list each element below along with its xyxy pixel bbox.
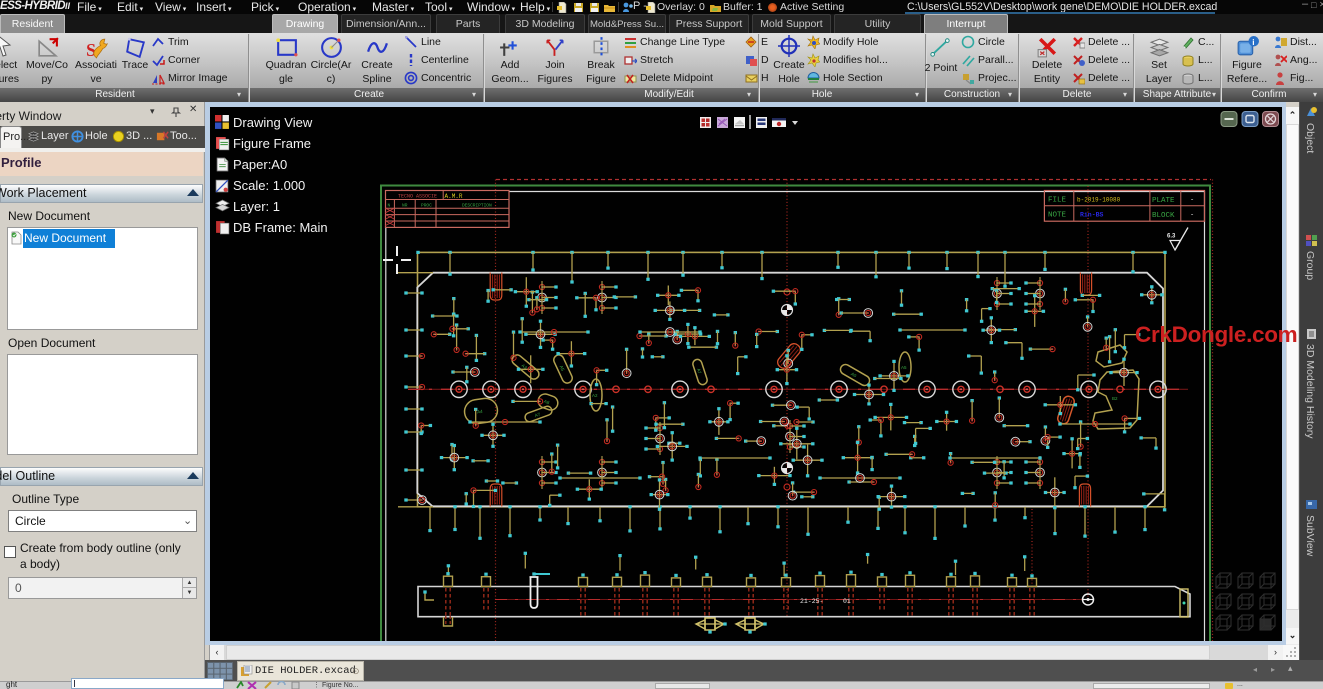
svg-text:A2: A2 [592,393,598,398]
svg-text:-: - [1190,212,1194,220]
svg-text:Figure Frame: Figure Frame [233,136,311,151]
svg-text:DB Frame: Main: DB Frame: Main [233,220,328,235]
svg-text:N: N [388,202,391,208]
svg-text:NOTE: NOTE [1048,212,1067,220]
svg-text:S: S [86,40,96,60]
svg-text:PROC: PROC [421,202,432,208]
svg-text:Scale: 1.000: Scale: 1.000 [233,178,305,193]
svg-text:6.3: 6.3 [1167,234,1176,240]
svg-text:NR: NR [402,202,408,208]
svg-text:BLOCK: BLOCK [1152,212,1175,220]
svg-text:21-25-: 21-25- [800,598,823,605]
svg-text:TECNO ASSOCIE: TECNO ASSOCIE [398,194,437,200]
svg-text:Paper:A0: Paper:A0 [233,157,287,172]
svg-text:B2: B2 [1112,396,1118,401]
svg-text:Rin-BS: Rin-BS [1080,212,1104,219]
svg-text:PLATE: PLATE [1152,197,1175,205]
svg-text:b-2019-10080: b-2019-10080 [1077,197,1121,204]
svg-text:DESCRIPTION: DESCRIPTION [462,202,492,208]
svg-text:i: i [1252,37,1254,47]
svg-text:-: - [1190,197,1194,205]
svg-text:A.M.R: A.M.R [445,193,463,200]
svg-text:Drawing View: Drawing View [233,115,313,130]
svg-text:Layer: 1: Layer: 1 [233,199,280,214]
svg-text:FILE: FILE [1048,197,1067,205]
svg-text:01: 01 [843,598,851,605]
svg-text:A5: A5 [901,365,907,370]
